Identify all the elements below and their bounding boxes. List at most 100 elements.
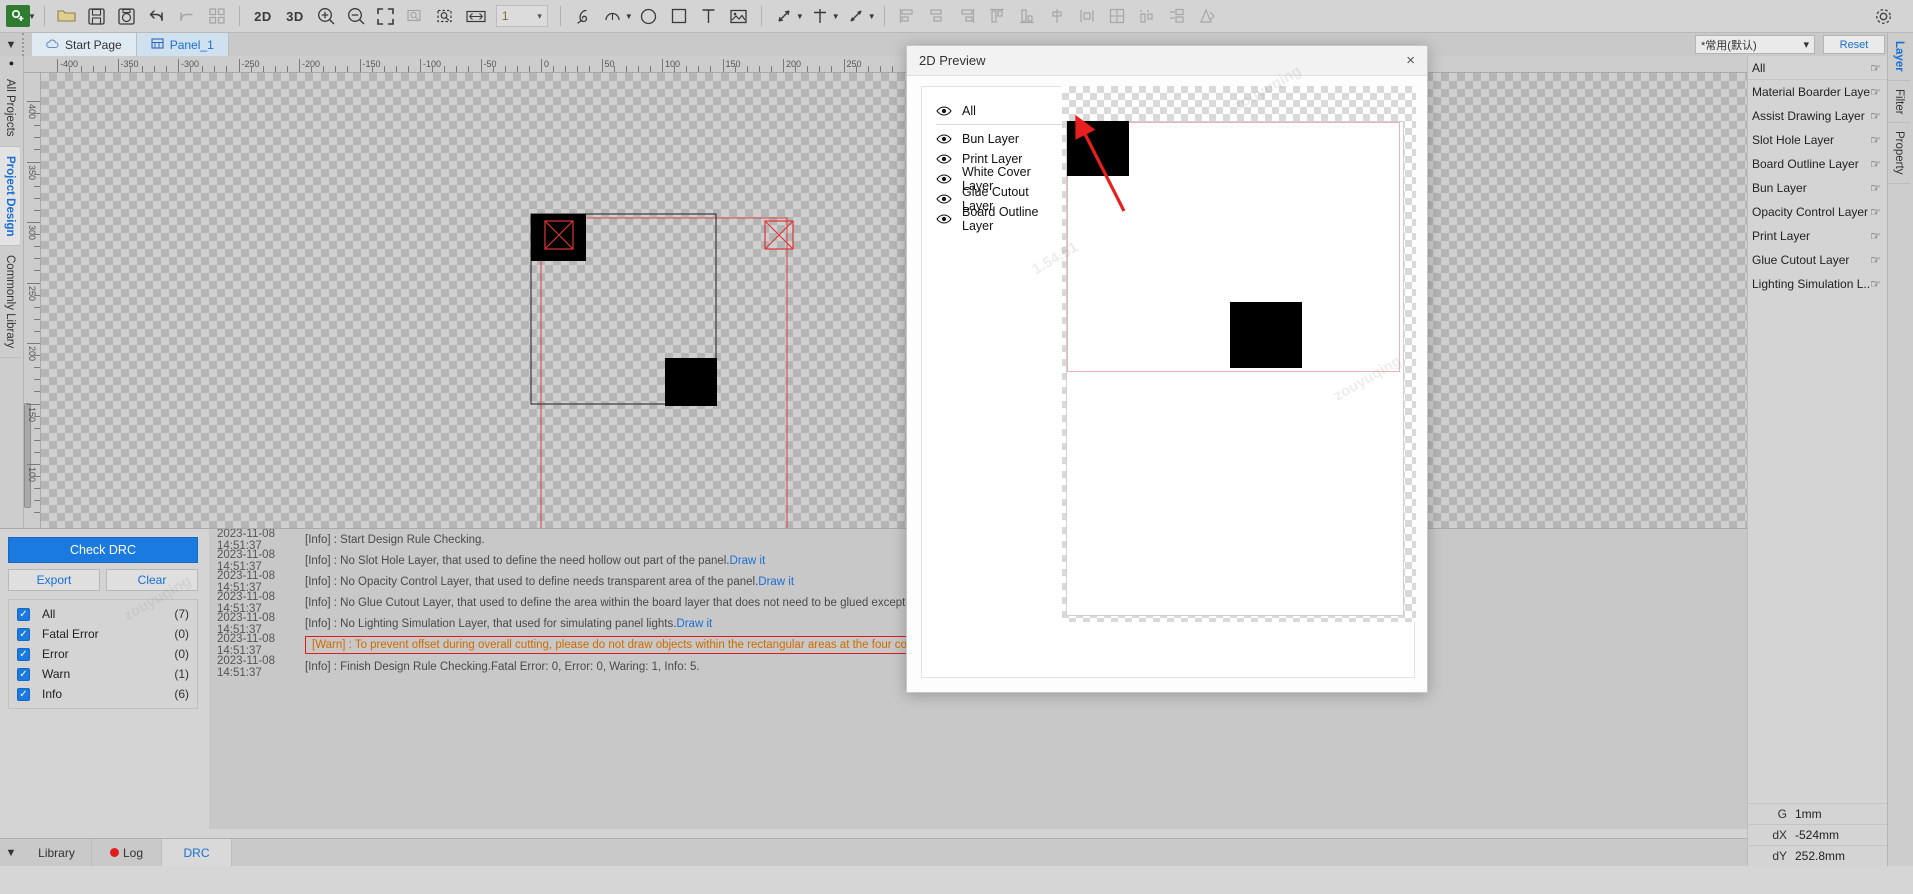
open-file-icon[interactable] — [53, 3, 81, 29]
clear-button[interactable]: Clear — [106, 569, 198, 591]
circle-tool-icon[interactable] — [635, 3, 663, 29]
layer-row-board-outline[interactable]: Board Outline Layer ☞ — [1748, 152, 1887, 176]
align-right-icon[interactable] — [953, 3, 981, 29]
hand-icon[interactable]: ☞ — [1870, 157, 1881, 171]
layer-row-slot-hole[interactable]: Slot Hole Layer ☞ — [1748, 128, 1887, 152]
eye-icon[interactable] — [936, 154, 952, 164]
draw-it-link[interactable]: Draw it — [730, 555, 766, 567]
drc-filter-all[interactable]: ✓ All (7) — [9, 604, 197, 624]
drc-filter-error[interactable]: ✓ Error (0) — [9, 644, 197, 664]
check-drc-button[interactable]: Check DRC — [8, 537, 198, 563]
hand-icon[interactable]: ☞ — [1870, 61, 1881, 75]
layer-row-glue-cutout[interactable]: Glue Cutout Layer ☞ — [1748, 248, 1887, 272]
sidebar-item-all-projects[interactable]: All Projects — [0, 70, 20, 147]
drc-filter-fatal-error[interactable]: ✓ Fatal Error (0) — [9, 624, 197, 644]
image-tool-icon[interactable] — [725, 3, 753, 29]
undo-icon[interactable] — [143, 3, 171, 29]
dialog-titlebar[interactable]: 2D Preview × — [907, 46, 1427, 76]
hand-icon[interactable]: ☞ — [1870, 229, 1881, 243]
layer-row-assist-drawing[interactable]: Assist Drawing Layer ☞ — [1748, 104, 1887, 128]
pen-tool-icon[interactable] — [569, 3, 597, 29]
rect-tool-icon[interactable] — [665, 3, 693, 29]
bottom-pin-icon[interactable]: ▼ — [0, 839, 22, 866]
preview-viewport[interactable] — [1062, 86, 1416, 677]
reset-button[interactable]: Reset — [1823, 35, 1885, 54]
text-tool-icon[interactable] — [695, 3, 723, 29]
preview-layer-bun[interactable]: Bun Layer — [936, 129, 1062, 149]
align-left-icon[interactable] — [893, 3, 921, 29]
layer-row-material-boarder[interactable]: Material Boarder Layer ☞ — [1748, 80, 1887, 104]
eye-icon[interactable] — [936, 134, 952, 144]
checkbox-checked-icon[interactable]: ✓ — [17, 667, 30, 681]
drc-filter-info[interactable]: ✓ Info (6) — [9, 684, 197, 704]
app-logo[interactable] — [6, 5, 30, 27]
hand-icon[interactable]: ☞ — [1870, 205, 1881, 219]
align-top-icon[interactable] — [983, 3, 1011, 29]
preset-select[interactable]: *常用(默认) ▾ — [1695, 35, 1815, 54]
dim-line-caret[interactable]: ▼ — [868, 12, 876, 21]
logo-dropdown-caret[interactable]: ▼ — [28, 12, 36, 21]
eye-icon[interactable] — [936, 105, 952, 116]
align-bottom-icon[interactable] — [1013, 3, 1041, 29]
hand-icon[interactable]: ☞ — [1870, 181, 1881, 195]
layer-row-opacity-control[interactable]: Opacity Control Layer ☞ — [1748, 200, 1887, 224]
tab-layer[interactable]: Layer — [1888, 33, 1910, 81]
distribute-v-icon[interactable] — [1133, 3, 1161, 29]
tab-start-page[interactable]: Start Page — [32, 33, 137, 56]
close-icon[interactable]: × — [1406, 52, 1415, 69]
pin-left-icon[interactable]: ▼ — [0, 33, 22, 56]
dim-cross-caret[interactable]: ▼ — [832, 12, 840, 21]
layer-row-bun[interactable]: Bun Layer ☞ — [1748, 176, 1887, 200]
tabstrip-drag-handle[interactable] — [22, 33, 32, 56]
settings-gear-icon[interactable] — [1869, 3, 1897, 29]
dim-cross-tool-icon[interactable] — [806, 3, 834, 29]
draw-it-link[interactable]: Draw it — [676, 618, 712, 630]
checkbox-checked-icon[interactable]: ✓ — [17, 607, 30, 621]
hand-icon[interactable]: ☞ — [1870, 109, 1881, 123]
preview-layer-board-outline[interactable]: Board Outline Layer — [936, 205, 1062, 233]
draw-it-link[interactable]: Draw it — [758, 576, 794, 588]
align-middle-icon[interactable] — [1043, 3, 1071, 29]
sidebar-item-project-design[interactable]: Project Design — [0, 146, 20, 247]
view-3d-button[interactable]: 3D — [280, 3, 310, 29]
dim-line-tool-icon[interactable] — [842, 3, 870, 29]
ungroup-icon[interactable] — [1163, 3, 1191, 29]
zoom-select-icon[interactable] — [432, 3, 460, 29]
view-2d-button[interactable]: 2D — [248, 3, 278, 29]
checkbox-checked-icon[interactable]: ✓ — [17, 627, 30, 641]
layer-count-combo[interactable]: 1 ▾ — [495, 5, 548, 27]
dim-angle-tool-icon[interactable] — [770, 3, 798, 29]
eye-icon[interactable] — [936, 214, 952, 224]
fit-screen-icon[interactable] — [372, 3, 400, 29]
distribute-h-icon[interactable] — [1073, 3, 1101, 29]
tab-property[interactable]: Property — [1888, 123, 1910, 184]
measure-icon[interactable] — [462, 3, 490, 29]
grid-icon[interactable] — [203, 3, 231, 29]
tab-library[interactable]: Library — [22, 839, 92, 866]
zoom-region-icon[interactable] — [402, 3, 430, 29]
hand-icon[interactable]: ☞ — [1870, 85, 1881, 99]
hand-icon[interactable]: ☞ — [1870, 133, 1881, 147]
save-icon[interactable] — [83, 3, 111, 29]
layer-row-lighting-simulation[interactable]: Lighting Simulation L... ☞ — [1748, 272, 1887, 296]
checkbox-checked-icon[interactable]: ✓ — [17, 687, 30, 701]
vertical-ruler[interactable]: 400 350 300 250 200 150 100 — [24, 73, 41, 528]
checkbox-checked-icon[interactable]: ✓ — [17, 647, 30, 661]
tab-panel-1[interactable]: Panel_1 — [136, 33, 229, 56]
save-as-icon[interactable] — [113, 3, 141, 29]
layer-row-all[interactable]: All ☞ — [1748, 56, 1887, 80]
drc-filter-warn[interactable]: ✓ Warn (1) — [9, 664, 197, 684]
align-center-h-icon[interactable] — [923, 3, 951, 29]
arc-tool-icon[interactable] — [599, 3, 627, 29]
mirror-icon[interactable] — [1193, 3, 1221, 29]
group-icon[interactable] — [1103, 3, 1131, 29]
tab-drc[interactable]: DRC — [162, 839, 232, 866]
preview-layer-all[interactable]: All — [936, 101, 1062, 125]
eye-icon[interactable] — [936, 194, 952, 204]
left-rail-pin-icon[interactable]: ● — [0, 56, 23, 70]
eye-icon[interactable] — [936, 174, 952, 184]
tab-log[interactable]: Log — [92, 839, 162, 866]
arc-tool-caret[interactable]: ▼ — [625, 12, 633, 21]
dim-angle-caret[interactable]: ▼ — [796, 12, 804, 21]
zoom-in-icon[interactable] — [312, 3, 340, 29]
